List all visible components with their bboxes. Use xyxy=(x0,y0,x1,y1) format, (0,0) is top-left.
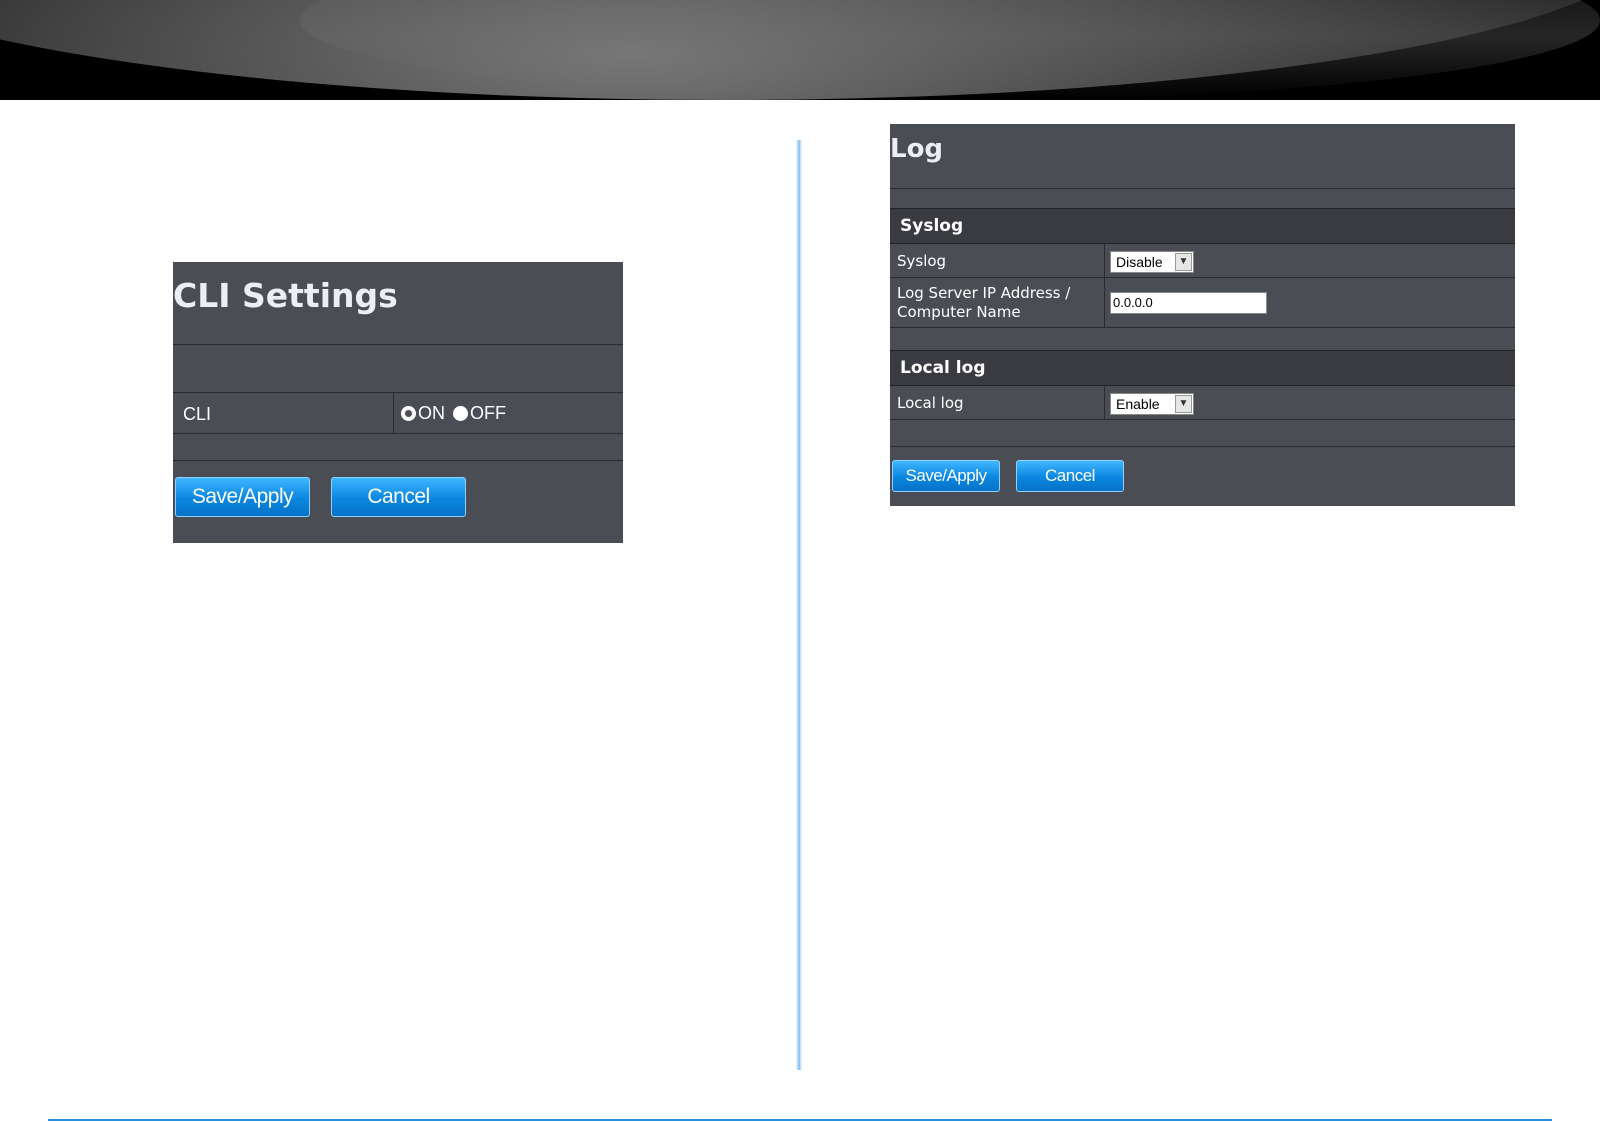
log-cancel-button[interactable]: Cancel xyxy=(1016,460,1124,492)
cli-row: CLI ON OFF xyxy=(173,392,623,434)
cli-radio-group: ON OFF xyxy=(401,403,514,424)
cli-on-label: ON xyxy=(418,403,445,423)
cli-cancel-button[interactable]: Cancel xyxy=(331,477,466,517)
cli-save-apply-button[interactable]: Save/Apply xyxy=(175,477,310,517)
log-title: Log xyxy=(890,134,944,164)
syslog-select[interactable]: Disable ▼ xyxy=(1110,251,1194,273)
cli-label: CLI xyxy=(183,404,212,424)
log-server-label: Log Server IP Address / Computer Name xyxy=(897,284,1070,322)
local-log-select[interactable]: Enable ▼ xyxy=(1110,393,1194,415)
column-divider xyxy=(796,140,802,1070)
log-server-row-separator xyxy=(1104,278,1105,327)
cli-settings-title: CLI Settings xyxy=(173,276,398,315)
local-log-row-separator xyxy=(1104,386,1105,419)
cli-on-radio[interactable] xyxy=(401,406,416,421)
log-server-row: Log Server IP Address / Computer Name 0.… xyxy=(890,278,1515,328)
cli-off-radio[interactable] xyxy=(453,406,468,421)
log-title-rule xyxy=(890,188,1515,189)
syslog-label: Syslog xyxy=(897,252,947,270)
log-server-label-line2: Computer Name xyxy=(897,303,1021,321)
cli-footer-rule xyxy=(173,460,623,461)
chevron-down-icon[interactable]: ▼ xyxy=(1175,253,1192,271)
log-save-apply-button[interactable]: Save/Apply xyxy=(892,460,1000,492)
syslog-section-header: Syslog xyxy=(890,208,1515,244)
footer-rule xyxy=(48,1119,1552,1121)
cli-title-rule xyxy=(173,344,623,345)
log-panel: Log Syslog Syslog Disable ▼ Log Server I… xyxy=(890,124,1515,506)
cli-settings-panel: CLI Settings CLI ON OFF Save/Apply Cance… xyxy=(173,262,623,543)
log-server-input[interactable]: 0.0.0.0 xyxy=(1110,292,1267,314)
log-footer-rule xyxy=(890,446,1515,447)
local-log-section-header: Local log xyxy=(890,350,1515,386)
local-log-select-value: Enable xyxy=(1116,396,1160,412)
header-banner xyxy=(0,0,1600,100)
log-server-label-line1: Log Server IP Address / xyxy=(897,284,1071,302)
syslog-row-separator xyxy=(1104,244,1105,277)
syslog-select-value: Disable xyxy=(1116,254,1163,270)
cli-off-label: OFF xyxy=(470,403,506,423)
chevron-down-icon[interactable]: ▼ xyxy=(1175,395,1192,413)
syslog-row: Syslog Disable ▼ xyxy=(890,244,1515,278)
local-log-row: Local log Enable ▼ xyxy=(890,386,1515,420)
local-log-label: Local log xyxy=(897,394,964,412)
cli-row-separator xyxy=(393,393,394,433)
